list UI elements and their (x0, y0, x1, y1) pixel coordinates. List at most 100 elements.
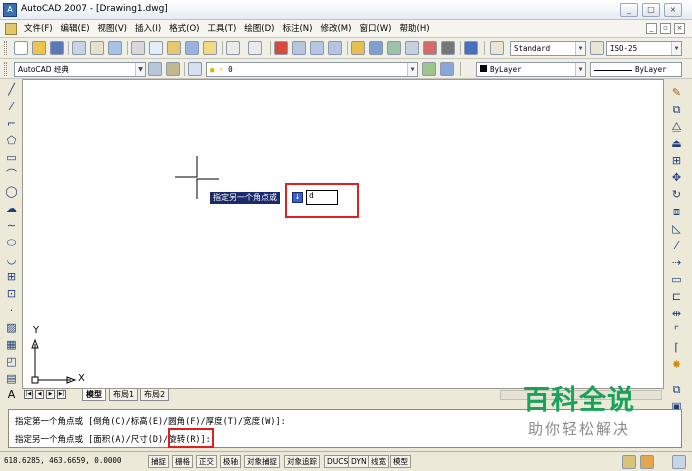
doc-restore-button[interactable]: ▫ (660, 23, 671, 34)
mirror-icon[interactable]: ⧋ (670, 120, 683, 133)
open-icon[interactable] (32, 41, 46, 55)
publish-icon[interactable] (108, 41, 122, 55)
fillet-icon[interactable]: ⌈ (670, 341, 683, 354)
menu-help[interactable]: 帮助(H) (396, 20, 434, 38)
block-editor-icon[interactable] (203, 41, 217, 55)
arc-icon[interactable]: ⌒ (5, 168, 18, 181)
maximize-button[interactable]: □ (642, 3, 660, 17)
make-layer-current-icon[interactable] (422, 62, 436, 76)
break-at-point-icon[interactable]: ▭ (670, 273, 683, 286)
cut-icon[interactable] (131, 41, 145, 55)
sheet-set-icon[interactable] (405, 41, 419, 55)
copy-icon[interactable] (149, 41, 163, 55)
properties-icon[interactable] (351, 41, 365, 55)
tab-layout1[interactable]: 布局1 (109, 389, 139, 401)
array-icon[interactable]: ⊞ (670, 154, 683, 167)
layer-previous-icon[interactable] (440, 62, 454, 76)
polyline-icon[interactable]: ⌐ (5, 117, 18, 130)
color-select[interactable]: ByLayer ▼ (476, 62, 586, 77)
workspace-settings-icon[interactable] (148, 62, 162, 76)
menu-file[interactable]: 文件(F) (20, 20, 57, 38)
model-toggle[interactable]: 模型 (390, 455, 411, 468)
paste-icon[interactable] (167, 41, 181, 55)
close-button[interactable]: × (664, 3, 682, 17)
table-icon[interactable]: ▤ (5, 372, 18, 385)
doc-close-button[interactable]: × (674, 23, 685, 34)
tool-palettes-icon[interactable] (387, 41, 401, 55)
text-style-icon[interactable] (490, 41, 504, 55)
last-tab-button[interactable]: ▶| (57, 390, 66, 399)
zoom-previous-icon[interactable] (328, 41, 342, 55)
workspace-select[interactable]: AutoCAD 经典 ▼ (14, 62, 146, 77)
extend-icon[interactable]: ⇢ (670, 256, 683, 269)
text-style-select[interactable]: Standard ▼ (510, 41, 586, 56)
insert-block-icon[interactable]: ⊞ (5, 270, 18, 283)
command-option-dimensions[interactable]: 尺寸(D) (131, 435, 163, 445)
snap-toggle[interactable]: 捕捉 (148, 455, 169, 468)
document-menu-icon[interactable] (5, 23, 17, 35)
menu-dimension[interactable]: 标注(N) (278, 20, 316, 38)
pan-icon[interactable] (274, 41, 288, 55)
toolbar-grip[interactable] (4, 41, 7, 55)
menu-tools[interactable]: 工具(T) (203, 20, 240, 38)
rectangle-icon[interactable]: ▭ (5, 151, 18, 164)
explode-icon[interactable]: ✸ (670, 358, 683, 371)
match-properties-icon[interactable] (185, 41, 199, 55)
erase-icon[interactable]: ✎ (670, 86, 683, 99)
stretch-icon[interactable]: ◺ (670, 222, 683, 235)
draw-order-icon[interactable]: ⧉ (670, 383, 683, 396)
spline-icon[interactable]: ∼ (5, 219, 18, 232)
design-center-icon[interactable] (369, 41, 383, 55)
calculator-icon[interactable] (441, 41, 455, 55)
tab-model[interactable]: 模型 (82, 389, 106, 401)
clean-screen-icon[interactable] (672, 455, 686, 469)
print-icon[interactable] (72, 41, 86, 55)
gradient-icon[interactable]: ▦ (5, 338, 18, 351)
new-icon[interactable] (14, 41, 28, 55)
prev-tab-button[interactable]: ◀ (35, 390, 44, 399)
save-icon[interactable] (50, 41, 64, 55)
redo-icon[interactable] (248, 41, 262, 55)
minimize-button[interactable]: _ (620, 3, 638, 17)
otrack-toggle[interactable]: 对象追踪 (284, 455, 320, 468)
polar-toggle[interactable]: 极轴 (220, 455, 241, 468)
zoom-window-icon[interactable] (310, 41, 324, 55)
menu-window[interactable]: 窗口(W) (355, 20, 395, 38)
region-icon[interactable]: ◰ (5, 355, 18, 368)
first-tab-button[interactable]: |◀ (24, 390, 33, 399)
menu-modify[interactable]: 修改(M) (316, 20, 355, 38)
ortho-toggle[interactable]: 正交 (196, 455, 217, 468)
ellipse-arc-icon[interactable]: ◡ (5, 253, 18, 266)
dyn-toggle[interactable]: DYN (348, 455, 370, 468)
zoom-realtime-icon[interactable] (292, 41, 306, 55)
drawing-canvas[interactable]: Y X (22, 79, 664, 389)
scale-icon[interactable]: ⧈ (670, 205, 683, 218)
lineweight-toggle[interactable]: 线宽 (368, 455, 389, 468)
multiline-text-icon[interactable]: A (5, 388, 18, 401)
dim-style-select[interactable]: ISO-25 ▼ (606, 41, 682, 56)
menu-view[interactable]: 视图(V) (94, 20, 131, 38)
layer-select[interactable]: ● ☼ 0 ▼ (206, 62, 418, 77)
construction-line-icon[interactable]: ⁄ (5, 100, 18, 113)
autocad-app-icon[interactable]: A (3, 3, 17, 17)
make-block-icon[interactable]: ⊡ (5, 287, 18, 300)
chamfer-icon[interactable]: ⌜ (670, 324, 683, 337)
rotate-icon[interactable]: ↻ (670, 188, 683, 201)
ellipse-icon[interactable]: ⬭ (5, 236, 18, 249)
hatch-icon[interactable]: ▨ (5, 321, 18, 334)
linetype-select[interactable]: ByLayer (590, 62, 682, 77)
toolbar-grip[interactable] (4, 62, 7, 76)
revision-cloud-icon[interactable]: ☁ (5, 202, 18, 215)
grid-toggle[interactable]: 栅格 (172, 455, 193, 468)
join-icon[interactable]: ⇹ (670, 307, 683, 320)
menu-edit[interactable]: 编辑(E) (57, 20, 94, 38)
dim-style-icon[interactable] (590, 41, 604, 55)
copy-object-icon[interactable]: ⧉ (670, 103, 683, 116)
doc-minimize-button[interactable]: _ (646, 23, 657, 34)
polygon-icon[interactable]: ⬠ (5, 134, 18, 147)
undo-icon[interactable] (226, 41, 240, 55)
move-icon[interactable]: ✥ (670, 171, 683, 184)
trim-icon[interactable]: ⁄ (670, 239, 683, 252)
break-icon[interactable]: ⊏ (670, 290, 683, 303)
communication-center-icon[interactable] (622, 455, 636, 469)
